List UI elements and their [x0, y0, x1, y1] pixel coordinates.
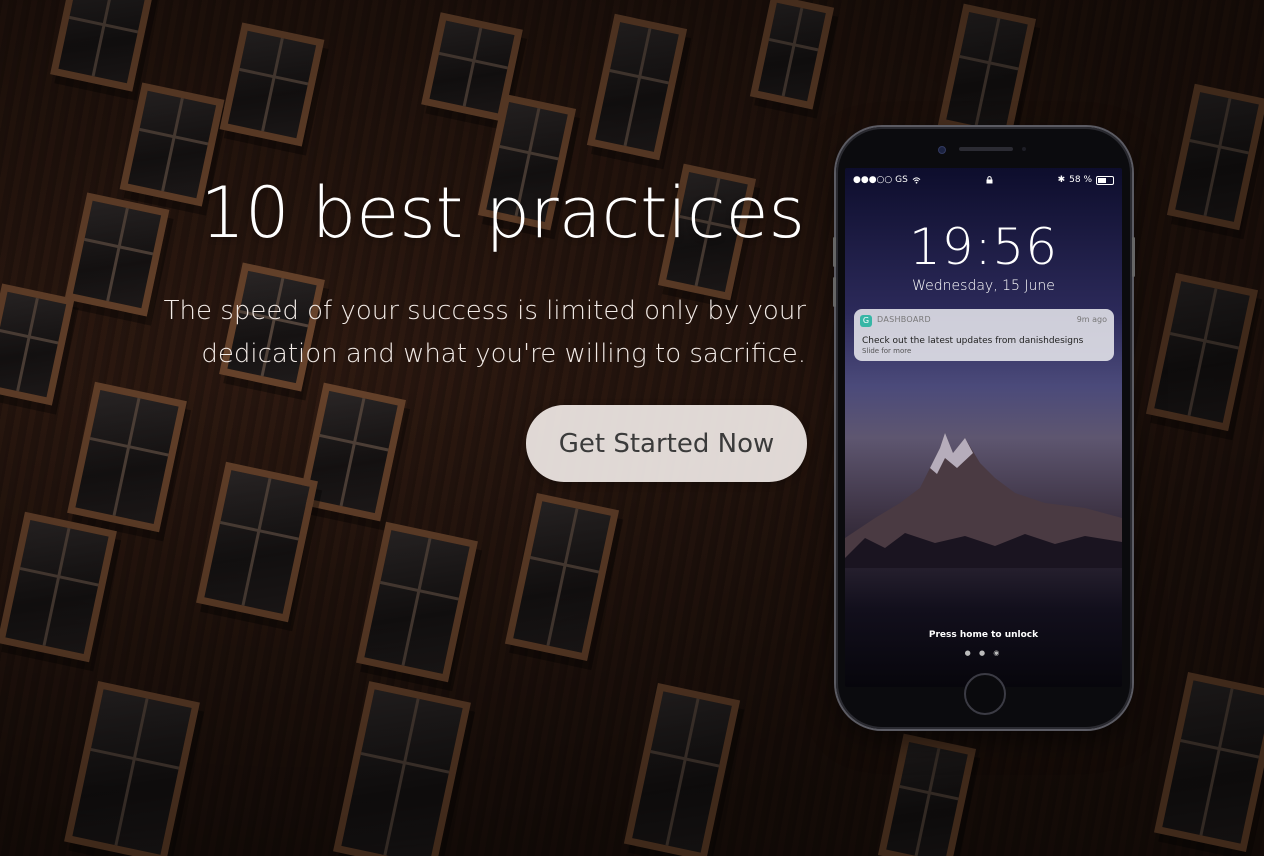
wallpaper-mountain	[845, 433, 1122, 568]
page-indicator: ● ● ◉	[964, 649, 1003, 657]
notification-card[interactable]: G DASHBOARD 9m ago Check out the latest …	[854, 309, 1114, 361]
home-button[interactable]	[964, 673, 1006, 715]
phone-sensor	[1022, 147, 1026, 151]
battery-icon	[1096, 175, 1114, 185]
phone-volume-button	[833, 237, 836, 267]
notification-time: 9m ago	[1076, 315, 1107, 324]
notification-hint: Slide for more	[862, 347, 912, 355]
hero-title: 10 best practices	[200, 172, 805, 254]
lock-screen-time: 19:56	[908, 218, 1059, 276]
notification-message: Check out the latest updates from danish…	[862, 336, 1084, 346]
hero-subtitle-line-1: The speed of your success is limited onl…	[163, 296, 806, 326]
lock-screen-date: Wednesday, 15 June	[912, 278, 1055, 294]
hero-subtitle: The speed of your success is limited onl…	[146, 290, 806, 376]
bluetooth-icon: ✱	[1057, 175, 1066, 185]
phone-power-button	[1132, 237, 1135, 277]
battery-percent: 58 %	[1069, 175, 1092, 185]
wifi-icon	[912, 176, 921, 184]
phone-speaker	[959, 147, 1013, 151]
phone-volume-button	[833, 277, 836, 307]
status-right: ✱ 58 %	[1058, 175, 1114, 185]
dashboard-app-icon: G	[860, 315, 872, 327]
lock-icon	[986, 176, 993, 184]
phone-mockup: ●●●○○ GS ✱ 58 % 19:56 Wednesday, 15 June…	[833, 127, 1135, 729]
status-bar: ●●●○○ GS ✱ 58 %	[845, 173, 1122, 187]
camera-icon	[938, 146, 946, 154]
press-home-to-unlock: Press home to unlock	[928, 630, 1039, 640]
status-carrier: ●●●○○ GS	[853, 175, 921, 185]
notification-app-name: DASHBOARD	[877, 315, 931, 324]
hero-subtitle-line-2: dedication and what you're willing to sa…	[201, 339, 806, 369]
get-started-button[interactable]: Get Started Now	[526, 405, 807, 482]
carrier-label: ●●●○○ GS	[853, 175, 908, 185]
phone-lock-screen: ●●●○○ GS ✱ 58 % 19:56 Wednesday, 15 June…	[845, 168, 1122, 687]
hero-section: 10 best practices The speed of your succ…	[0, 0, 820, 856]
